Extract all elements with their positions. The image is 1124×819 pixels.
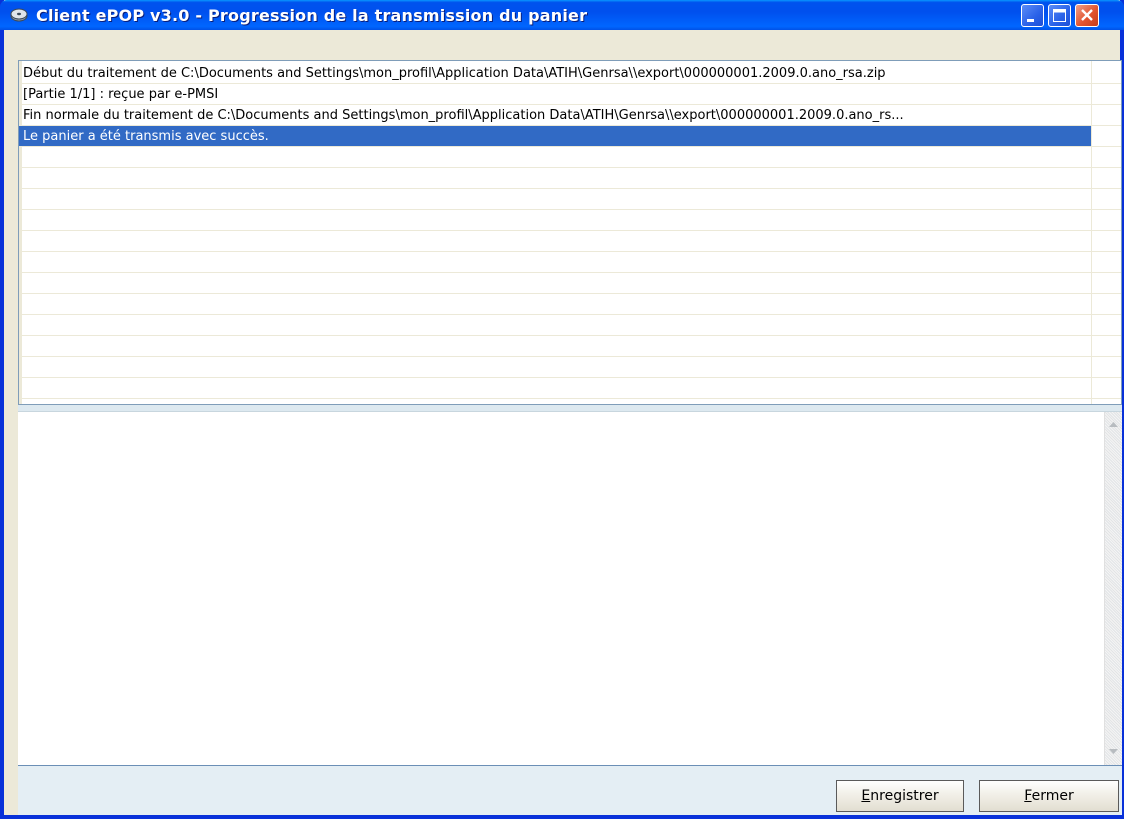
detail-text-pane[interactable] bbox=[18, 411, 1122, 765]
log-row-empty[interactable] bbox=[19, 378, 1091, 399]
log-row[interactable]: Fin normale du traitement de C:\Document… bbox=[19, 105, 1091, 126]
gutter-divider bbox=[1091, 314, 1121, 315]
log-row-empty[interactable] bbox=[19, 294, 1091, 315]
minimize-icon bbox=[1027, 19, 1034, 22]
log-row-empty[interactable] bbox=[19, 252, 1091, 273]
gutter-divider bbox=[1091, 125, 1121, 126]
log-row-text: Début du traitement de C:\Documents and … bbox=[23, 66, 886, 81]
gutter-divider bbox=[1091, 356, 1121, 357]
gutter-divider bbox=[1091, 293, 1121, 294]
minimize-button[interactable] bbox=[1021, 4, 1044, 27]
log-row-text: [Partie 1/1] : reçue par e-PMSI bbox=[23, 87, 219, 102]
save-button[interactable]: Enregistrer bbox=[836, 780, 964, 812]
close-icon bbox=[1081, 9, 1093, 21]
close-label: ermer bbox=[1031, 788, 1074, 804]
app-disc-icon bbox=[10, 8, 28, 22]
transmission-log-list[interactable]: Début du traitement de C:\Documents and … bbox=[18, 60, 1122, 405]
log-row-empty[interactable] bbox=[19, 273, 1091, 294]
gutter-divider bbox=[1091, 209, 1121, 210]
log-right-column bbox=[1091, 61, 1121, 404]
log-row-empty[interactable] bbox=[19, 189, 1091, 210]
close-dialog-button[interactable]: Fermer bbox=[979, 780, 1119, 812]
close-mnemonic: F bbox=[1024, 788, 1032, 804]
log-row-text: Fin normale du traitement de C:\Document… bbox=[23, 108, 904, 123]
log-row[interactable]: [Partie 1/1] : reçue par e-PMSI bbox=[19, 84, 1091, 105]
save-label: nregistrer bbox=[870, 788, 939, 804]
gutter-divider bbox=[1091, 83, 1121, 84]
gutter-divider bbox=[1091, 188, 1121, 189]
gutter-divider bbox=[1091, 146, 1121, 147]
close-button[interactable] bbox=[1075, 4, 1099, 27]
log-row-empty[interactable] bbox=[19, 336, 1091, 357]
save-mnemonic: E bbox=[861, 788, 871, 804]
window-title: Client ePOP v3.0 - Progression de la tra… bbox=[36, 6, 588, 25]
log-row-text: Le panier a été transmis avec succès. bbox=[23, 129, 269, 144]
log-row-empty[interactable] bbox=[19, 357, 1091, 378]
log-row[interactable]: Début du traitement de C:\Documents and … bbox=[19, 63, 1091, 84]
log-row-empty[interactable] bbox=[19, 210, 1091, 231]
title-bar[interactable]: Client ePOP v3.0 - Progression de la tra… bbox=[0, 0, 1124, 30]
log-row-empty[interactable] bbox=[19, 168, 1091, 189]
gutter-divider bbox=[1091, 377, 1121, 378]
vertical-scrollbar[interactable] bbox=[1104, 412, 1122, 765]
maximize-button[interactable] bbox=[1048, 4, 1071, 27]
gutter-divider bbox=[1091, 251, 1121, 252]
log-row-empty[interactable] bbox=[19, 231, 1091, 252]
scroll-down-arrow-icon[interactable] bbox=[1106, 744, 1121, 760]
gutter-divider bbox=[1091, 104, 1121, 105]
button-footer: Enregistrer Fermer bbox=[18, 765, 1122, 815]
gutter-divider bbox=[1091, 167, 1121, 168]
gutter-divider bbox=[1091, 335, 1121, 336]
log-row-empty[interactable] bbox=[19, 315, 1091, 336]
log-row-empty[interactable] bbox=[19, 147, 1091, 168]
gutter-divider bbox=[1091, 398, 1121, 399]
log-row-selected[interactable]: Le panier a été transmis avec succès. bbox=[19, 126, 1091, 147]
gutter-divider bbox=[1091, 272, 1121, 273]
scroll-up-arrow-icon[interactable] bbox=[1106, 416, 1121, 432]
main-window: Client ePOP v3.0 - Progression de la tra… bbox=[0, 0, 1124, 819]
maximize-icon bbox=[1053, 9, 1066, 22]
gutter-divider bbox=[1091, 230, 1121, 231]
